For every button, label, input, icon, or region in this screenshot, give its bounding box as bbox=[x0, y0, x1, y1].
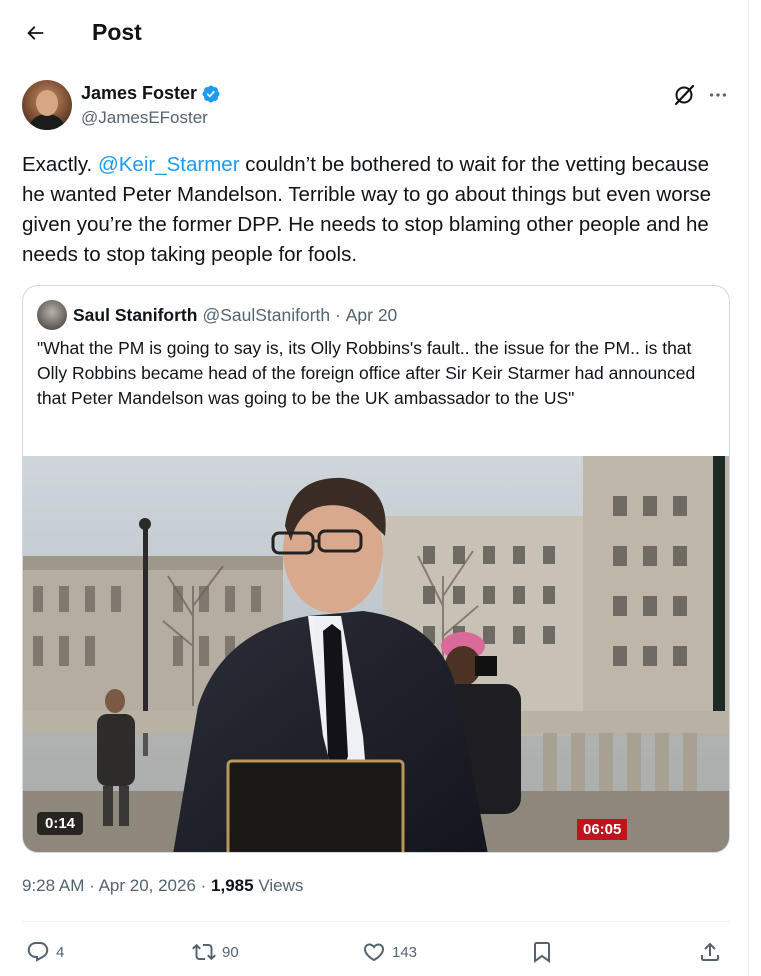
quoted-post-header: Saul Staniforth @SaulStaniforth · Apr 20 bbox=[37, 300, 397, 330]
video-player[interactable]: 0:14 06:05 bbox=[23, 456, 729, 852]
views-label: Views bbox=[258, 876, 304, 895]
author-name[interactable]: James Foster bbox=[81, 83, 221, 104]
quoted-post[interactable]: Saul Staniforth @SaulStaniforth · Apr 20… bbox=[22, 285, 730, 853]
arrow-left-icon bbox=[27, 26, 44, 40]
quoted-author-handle[interactable]: @SaulStaniforth bbox=[202, 305, 330, 326]
avatar-shirt bbox=[28, 114, 66, 130]
bookmark-button[interactable] bbox=[530, 934, 554, 970]
grok-button[interactable] bbox=[672, 83, 696, 107]
avatar-face bbox=[36, 90, 58, 116]
heart-icon bbox=[363, 943, 385, 962]
more-button[interactable] bbox=[706, 83, 730, 107]
views-count: 1,985 bbox=[211, 876, 254, 895]
repost-icon bbox=[192, 943, 216, 961]
quoted-post-date[interactable]: Apr 20 bbox=[346, 305, 398, 326]
verified-badge-icon bbox=[202, 84, 220, 103]
grok-icon bbox=[674, 84, 695, 106]
reply-icon bbox=[27, 942, 49, 962]
post-time[interactable]: 9:28 AM bbox=[22, 876, 84, 895]
more-horizontal-icon bbox=[709, 93, 727, 97]
broadcast-clock: 06:05 bbox=[577, 819, 628, 840]
author-handle[interactable]: @JamesEFoster bbox=[81, 108, 208, 128]
post-text: Exactly. @Keir_Starmer couldn’t be bothe… bbox=[22, 150, 734, 270]
column-border bbox=[748, 0, 749, 976]
divider bbox=[22, 921, 730, 922]
back-button[interactable] bbox=[18, 16, 52, 50]
quoted-avatar[interactable] bbox=[37, 300, 67, 330]
action-bar: 4 90 143 bbox=[22, 934, 734, 970]
timestamp-separator: · bbox=[89, 876, 99, 895]
reply-count: 4 bbox=[56, 943, 65, 961]
author-name-text: James Foster bbox=[81, 83, 198, 103]
video-duration-badge: 0:14 bbox=[37, 812, 84, 835]
like-count: 143 bbox=[392, 943, 418, 961]
repost-button[interactable]: 90 bbox=[192, 934, 239, 970]
post-author: James Foster @JamesEFoster bbox=[22, 80, 734, 132]
quoted-post-text: "What the PM is going to say is, its Oll… bbox=[37, 338, 696, 408]
quoted-author-name[interactable]: Saul Staniforth bbox=[73, 305, 197, 326]
top-bar: Post bbox=[0, 0, 748, 66]
avatar[interactable] bbox=[22, 80, 72, 130]
share-button[interactable] bbox=[698, 934, 722, 970]
post-date[interactable]: Apr 20, 2026 bbox=[99, 876, 196, 895]
mention-link[interactable]: @Keir_Starmer bbox=[98, 153, 240, 176]
share-icon bbox=[701, 942, 719, 961]
page-title: Post bbox=[92, 19, 142, 45]
repost-count: 90 bbox=[222, 943, 239, 961]
post-timestamp: 9:28 AM · Apr 20, 2026 · 1,985 Views bbox=[22, 876, 303, 896]
timestamp-separator: · bbox=[200, 876, 212, 895]
video-frame bbox=[23, 456, 729, 852]
meta-separator: · bbox=[330, 304, 346, 325]
bookmark-icon bbox=[534, 942, 550, 963]
reply-button[interactable]: 4 bbox=[26, 934, 64, 970]
like-button[interactable]: 143 bbox=[362, 934, 417, 970]
post-text-start: Exactly. bbox=[22, 153, 98, 176]
